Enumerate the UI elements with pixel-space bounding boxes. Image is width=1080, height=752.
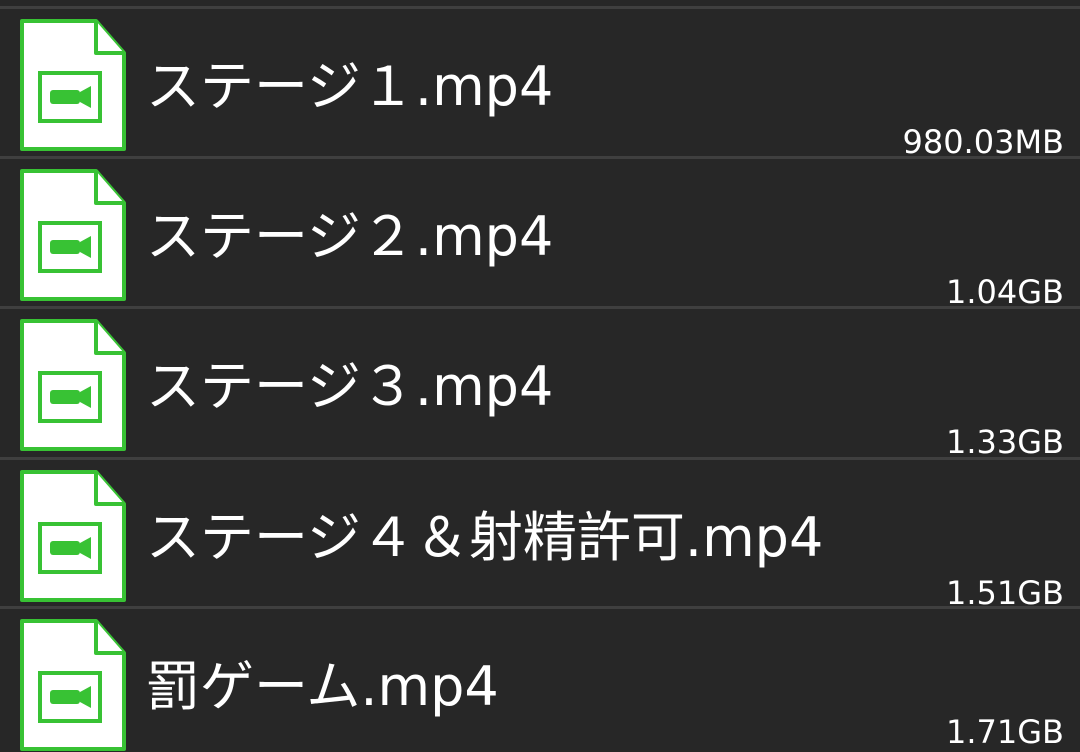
file-row[interactable]: ステージ２.mp4 1.04GB (0, 159, 1080, 311)
file-row[interactable]: ステージ３.mp4 1.33GB (0, 309, 1080, 461)
file-name: ステージ３.mp4 (146, 355, 554, 418)
video-file-icon (20, 169, 126, 301)
file-size: 1.71GB (946, 713, 1064, 751)
file-row[interactable]: 罰ゲーム.mp4 1.71GB (0, 609, 1080, 752)
file-list: ステージ１.mp4 980.03MB ステージ２.mp4 1.04GB ステージ… (0, 0, 1080, 752)
video-file-icon (20, 319, 126, 451)
video-file-icon (20, 470, 126, 602)
video-file-icon (20, 19, 126, 151)
file-name: ステージ１.mp4 (146, 55, 554, 118)
file-row[interactable]: ステージ１.mp4 980.03MB (0, 9, 1080, 161)
file-size: 1.33GB (946, 423, 1064, 461)
file-row[interactable]: ステージ４＆射精許可.mp4 1.51GB (0, 460, 1080, 612)
file-name: ステージ４＆射精許可.mp4 (146, 506, 824, 569)
file-name: ステージ２.mp4 (146, 205, 554, 268)
file-name: 罰ゲーム.mp4 (146, 655, 499, 718)
video-file-icon (20, 619, 126, 751)
